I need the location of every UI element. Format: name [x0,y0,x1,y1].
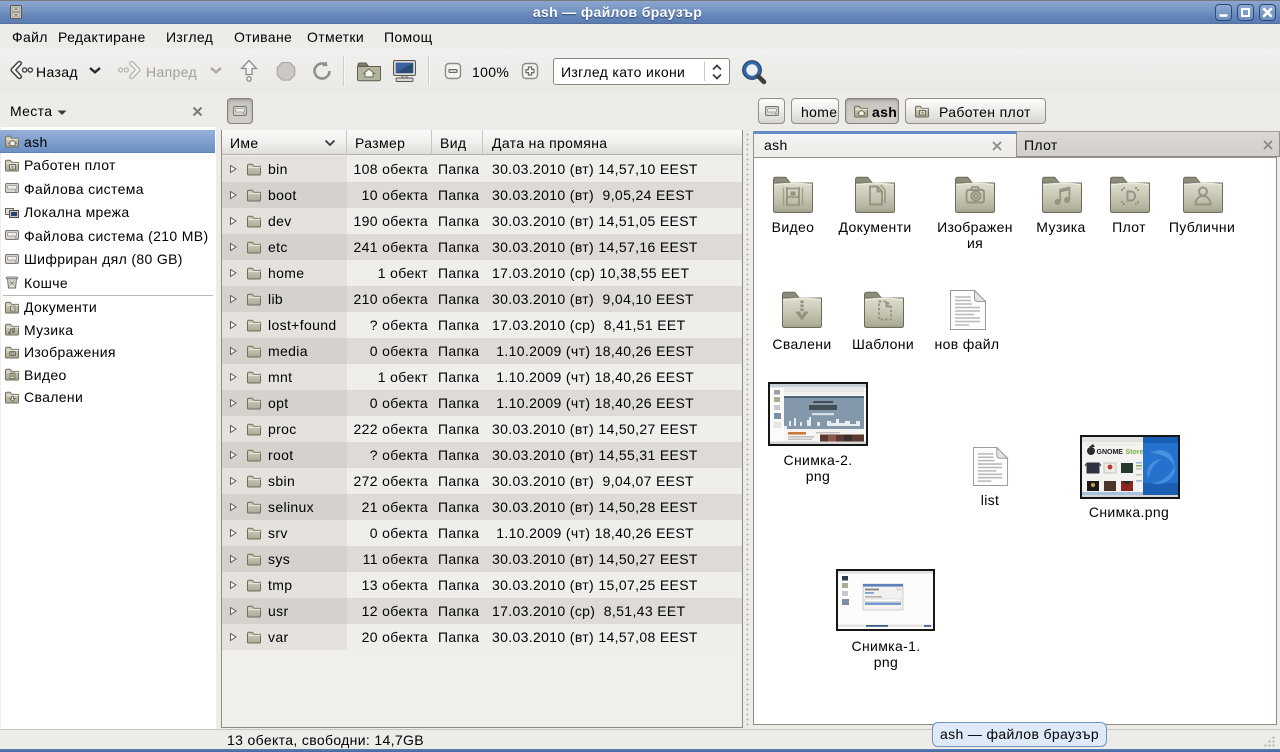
svg-text:GNOME: GNOME [1097,449,1124,456]
svg-text:Store: Store [1126,449,1144,456]
